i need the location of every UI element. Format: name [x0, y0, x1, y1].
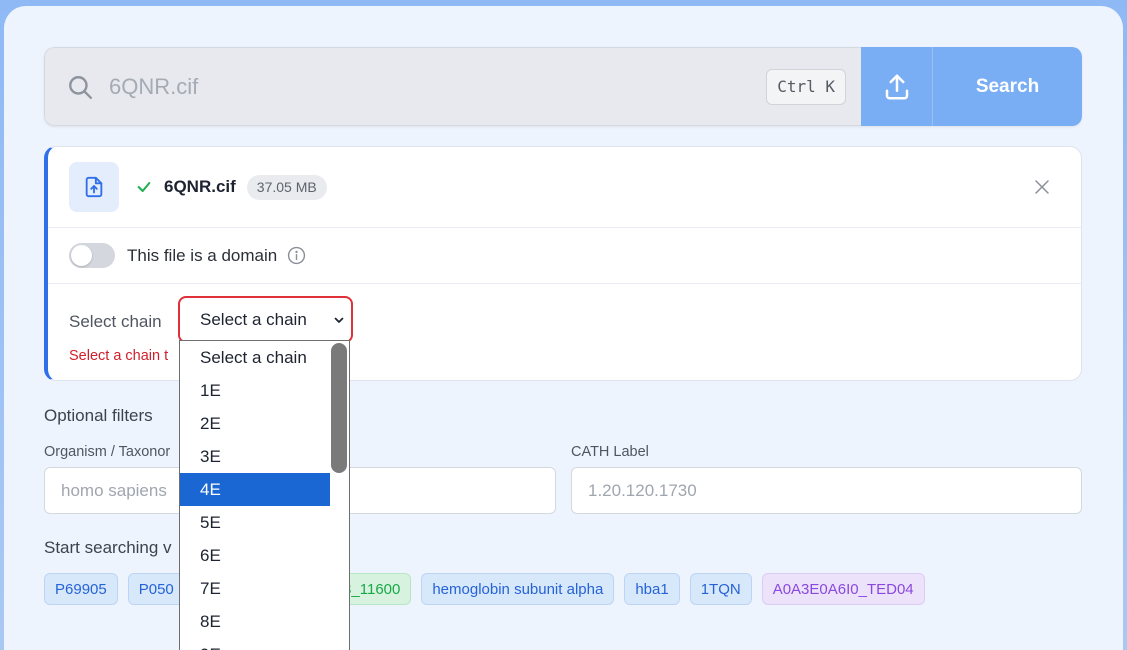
file-name: 6QNR.cif: [164, 177, 236, 196]
chain-option[interactable]: 5E: [180, 506, 330, 539]
keyboard-shortcut-hint: Ctrl K: [766, 68, 846, 105]
chain-label: Select chain: [69, 312, 162, 331]
organism-label: Organism / Taxonor: [44, 444, 171, 460]
file-icon-box: [69, 162, 119, 212]
example-chip[interactable]: A0A3E0A6I0_TED04: [761, 573, 925, 605]
optional-filters-title: Optional filters: [44, 406, 153, 425]
dropdown-scrollbar[interactable]: [331, 343, 347, 473]
check-icon: [137, 182, 151, 192]
upload-button[interactable]: [861, 47, 933, 126]
domain-toggle[interactable]: [69, 243, 115, 268]
chain-dropdown-list: Select a chain 1E 2E 3E 4E 5E 6E 7E 8E 9…: [179, 340, 350, 650]
cath-input[interactable]: [571, 467, 1082, 514]
chain-select[interactable]: Select a chain: [178, 296, 353, 343]
chain-option[interactable]: Select a chain: [180, 341, 330, 374]
chain-option[interactable]: 2E: [180, 407, 330, 440]
chain-option[interactable]: 6E: [180, 539, 330, 572]
file-row: 6QNR.cif 37.05 MB: [48, 147, 1081, 228]
chain-error-message: Select a chain t: [69, 348, 169, 364]
info-icon[interactable]: [287, 246, 306, 265]
cath-label: CATH Label: [571, 444, 649, 460]
chain-option[interactable]: 9E: [180, 638, 330, 650]
chain-option[interactable]: 8E: [180, 605, 330, 638]
domain-toggle-label: This file is a domain: [127, 245, 278, 265]
domain-toggle-row: This file is a domain: [48, 228, 1081, 284]
file-upload-icon: [85, 176, 103, 198]
examples-title: Start searching v: [44, 538, 172, 557]
example-chips: P69905 P050 DXT63_11600 hemoglobin subun…: [44, 573, 925, 605]
file-size-badge: 37.05 MB: [246, 174, 327, 200]
chain-option-highlighted[interactable]: 4E: [180, 473, 330, 506]
chain-option[interactable]: 7E: [180, 572, 330, 605]
search-input[interactable]: [109, 73, 767, 100]
example-chip[interactable]: P69905: [44, 573, 118, 605]
example-chip[interactable]: 1TQN: [689, 573, 752, 605]
close-icon[interactable]: [1033, 178, 1051, 196]
search-icon: [69, 75, 93, 99]
search-bar: Ctrl K Search: [44, 47, 1082, 126]
chevron-down-icon: [334, 317, 344, 323]
example-chip[interactable]: hba1: [624, 573, 680, 605]
chain-select-value: Select a chain: [200, 309, 307, 329]
chain-option[interactable]: 1E: [180, 374, 330, 407]
search-button[interactable]: Search: [933, 47, 1082, 126]
toggle-knob: [71, 245, 92, 266]
chain-option[interactable]: 3E: [180, 440, 330, 473]
search-field[interactable]: Ctrl K: [44, 47, 861, 126]
upload-icon: [885, 74, 908, 99]
example-chip[interactable]: hemoglobin subunit alpha: [421, 573, 615, 605]
